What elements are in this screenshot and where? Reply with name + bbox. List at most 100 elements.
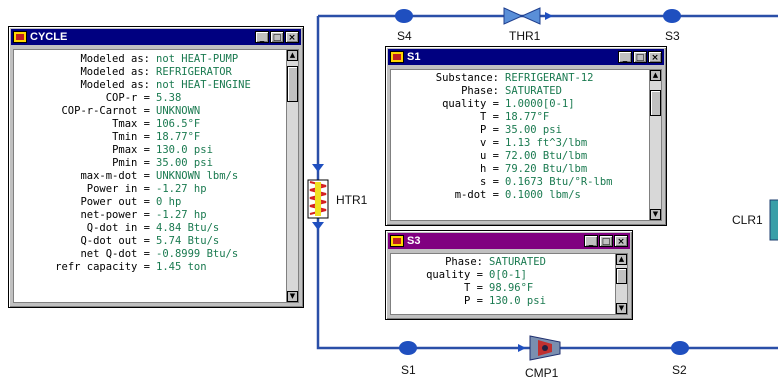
property-value[interactable]: 5.74 Btu/s bbox=[150, 235, 219, 248]
property-value[interactable]: -0.8999 Btu/s bbox=[150, 248, 238, 261]
property-row: Phase: SATURATED bbox=[391, 85, 661, 98]
property-label: s = bbox=[480, 176, 499, 188]
property-row: v = 1.13 ft^3/lbm bbox=[391, 137, 661, 150]
cycle-property-list: Modeled as: not HEAT-PUMP Modeled as: REFRI… bbox=[14, 50, 298, 274]
s3-scrollbar[interactable]: ▲ ▼ bbox=[615, 254, 627, 314]
property-value[interactable]: 1.0000[0-1] bbox=[499, 98, 575, 111]
property-label: net Q-dot = bbox=[80, 248, 150, 260]
property-value[interactable]: 4.84 Btu/s bbox=[150, 222, 219, 235]
property-value[interactable]: 0[0-1] bbox=[483, 269, 527, 282]
scroll-up-button[interactable]: ▲ bbox=[287, 50, 298, 61]
scroll-down-button[interactable]: ▼ bbox=[650, 209, 661, 220]
property-value[interactable]: 35.00 psi bbox=[499, 124, 562, 137]
cycle-scrollbar[interactable]: ▲ ▼ bbox=[286, 50, 298, 302]
node-s3[interactable] bbox=[663, 9, 681, 23]
scroll-thumb[interactable] bbox=[287, 66, 298, 102]
close-button[interactable]: × bbox=[648, 51, 662, 63]
property-value[interactable]: SATURATED bbox=[483, 256, 546, 269]
property-value[interactable]: 98.96°F bbox=[483, 282, 533, 295]
property-value[interactable]: 0 hp bbox=[150, 196, 181, 209]
property-value[interactable]: 0.1673 Btu/°R-lbm bbox=[499, 176, 612, 189]
property-value[interactable]: REFRIGERATOR bbox=[150, 66, 232, 79]
property-value[interactable]: 1.45 ton bbox=[150, 261, 207, 274]
property-label: quality = bbox=[442, 98, 499, 110]
property-label: COP-r-Carnot = bbox=[61, 105, 150, 117]
throttle-icon[interactable] bbox=[503, 7, 553, 25]
property-row: COP-r = 5.38 bbox=[14, 92, 298, 105]
property-value[interactable]: not HEAT-ENGINE bbox=[150, 79, 251, 92]
minimize-button[interactable]: _ bbox=[618, 51, 632, 63]
property-value[interactable]: not HEAT-PUMP bbox=[150, 53, 238, 66]
maximize-button[interactable]: □ bbox=[633, 51, 647, 63]
property-value[interactable]: SATURATED bbox=[499, 85, 562, 98]
node-s1[interactable] bbox=[399, 341, 417, 355]
property-label: Modeled as: bbox=[80, 66, 150, 78]
property-value[interactable]: 106.5°F bbox=[150, 118, 200, 131]
s1-scrollbar[interactable]: ▲ ▼ bbox=[649, 70, 661, 220]
cycle-app-icon bbox=[13, 31, 27, 43]
s3-window[interactable]: S3 _ □ × Phase: SATURATED quality = 0[0-1] T… bbox=[385, 230, 633, 320]
scroll-up-button[interactable]: ▲ bbox=[650, 70, 661, 81]
property-label: Power out = bbox=[80, 196, 150, 208]
cooler-icon[interactable] bbox=[769, 199, 778, 241]
scroll-down-button[interactable]: ▼ bbox=[287, 291, 298, 302]
cycle-window-content: Modeled as: not HEAT-PUMP Modeled as: REFRI… bbox=[13, 49, 299, 303]
property-row: Modeled as: not HEAT-PUMP bbox=[14, 53, 298, 66]
property-value[interactable]: 1.13 ft^3/lbm bbox=[499, 137, 587, 150]
property-value[interactable]: 35.00 psi bbox=[150, 157, 213, 170]
s1-app-icon bbox=[390, 51, 404, 63]
label-s1: S1 bbox=[401, 363, 416, 377]
property-value[interactable]: 130.0 psi bbox=[150, 144, 213, 157]
s3-window-content: Phase: SATURATED quality = 0[0-1] T = 98.96°F… bbox=[390, 253, 628, 315]
property-value[interactable]: 79.20 Btu/lbm bbox=[499, 163, 587, 176]
scroll-down-button[interactable]: ▼ bbox=[616, 303, 627, 314]
maximize-button[interactable]: □ bbox=[599, 235, 613, 247]
scroll-thumb[interactable] bbox=[616, 268, 627, 284]
property-value[interactable]: 5.38 bbox=[150, 92, 181, 105]
property-label: Pmin = bbox=[112, 157, 150, 169]
property-value[interactable]: 18.77°F bbox=[499, 111, 549, 124]
scroll-up-button[interactable]: ▲ bbox=[616, 254, 627, 265]
property-value[interactable]: 130.0 psi bbox=[483, 295, 546, 308]
property-value[interactable]: 18.77°F bbox=[150, 131, 200, 144]
node-s4[interactable] bbox=[395, 9, 413, 23]
s1-window[interactable]: S1 _ □ × Substance: REFRIGERANT-12 Phase: S… bbox=[385, 46, 667, 226]
cycle-window-titlebar[interactable]: CYCLE _ □ × bbox=[11, 29, 301, 45]
cycle-window[interactable]: CYCLE _ □ × Modeled as: not HEAT-PUMP Mode… bbox=[8, 26, 304, 308]
property-row: refr capacity = 1.45 ton bbox=[14, 261, 298, 274]
property-row: Q-dot in = 4.84 Btu/s bbox=[14, 222, 298, 235]
property-row: P = 130.0 psi bbox=[391, 295, 627, 308]
property-value[interactable]: 72.00 Btu/lbm bbox=[499, 150, 587, 163]
node-s2[interactable] bbox=[671, 341, 689, 355]
property-label: T = bbox=[464, 282, 483, 294]
property-value[interactable]: UNKNOWN lbm/s bbox=[150, 170, 238, 183]
property-row: Tmax = 106.5°F bbox=[14, 118, 298, 131]
property-value[interactable]: REFRIGERANT-12 bbox=[499, 72, 594, 85]
property-value[interactable]: -1.27 hp bbox=[150, 183, 207, 196]
property-label: h = bbox=[480, 163, 499, 175]
property-row: u = 72.00 Btu/lbm bbox=[391, 150, 661, 163]
property-label: Phase: bbox=[461, 85, 499, 97]
property-row: Modeled as: not HEAT-ENGINE bbox=[14, 79, 298, 92]
minimize-button[interactable]: _ bbox=[584, 235, 598, 247]
s1-window-titlebar[interactable]: S1 _ □ × bbox=[388, 49, 664, 65]
property-value[interactable]: UNKNOWN bbox=[150, 105, 200, 118]
close-button[interactable]: × bbox=[285, 31, 299, 43]
maximize-button[interactable]: □ bbox=[270, 31, 284, 43]
property-label: Power in = bbox=[86, 183, 150, 195]
s3-window-titlebar[interactable]: S3 _ □ × bbox=[388, 233, 630, 249]
property-row: Pmax = 130.0 psi bbox=[14, 144, 298, 157]
property-row: h = 79.20 Btu/lbm bbox=[391, 163, 661, 176]
property-value[interactable]: 0.1000 lbm/s bbox=[499, 189, 581, 202]
property-row: COP-r-Carnot = UNKNOWN bbox=[14, 105, 298, 118]
property-value[interactable]: -1.27 hp bbox=[150, 209, 207, 222]
minimize-button[interactable]: _ bbox=[255, 31, 269, 43]
property-label: Pmax = bbox=[112, 144, 150, 156]
close-button[interactable]: × bbox=[614, 235, 628, 247]
property-label: v = bbox=[480, 137, 499, 149]
property-row: net Q-dot = -0.8999 Btu/s bbox=[14, 248, 298, 261]
scroll-thumb[interactable] bbox=[650, 90, 661, 116]
property-row: Power in = -1.27 hp bbox=[14, 183, 298, 196]
property-row: net-power = -1.27 hp bbox=[14, 209, 298, 222]
compressor-icon[interactable] bbox=[518, 335, 561, 361]
